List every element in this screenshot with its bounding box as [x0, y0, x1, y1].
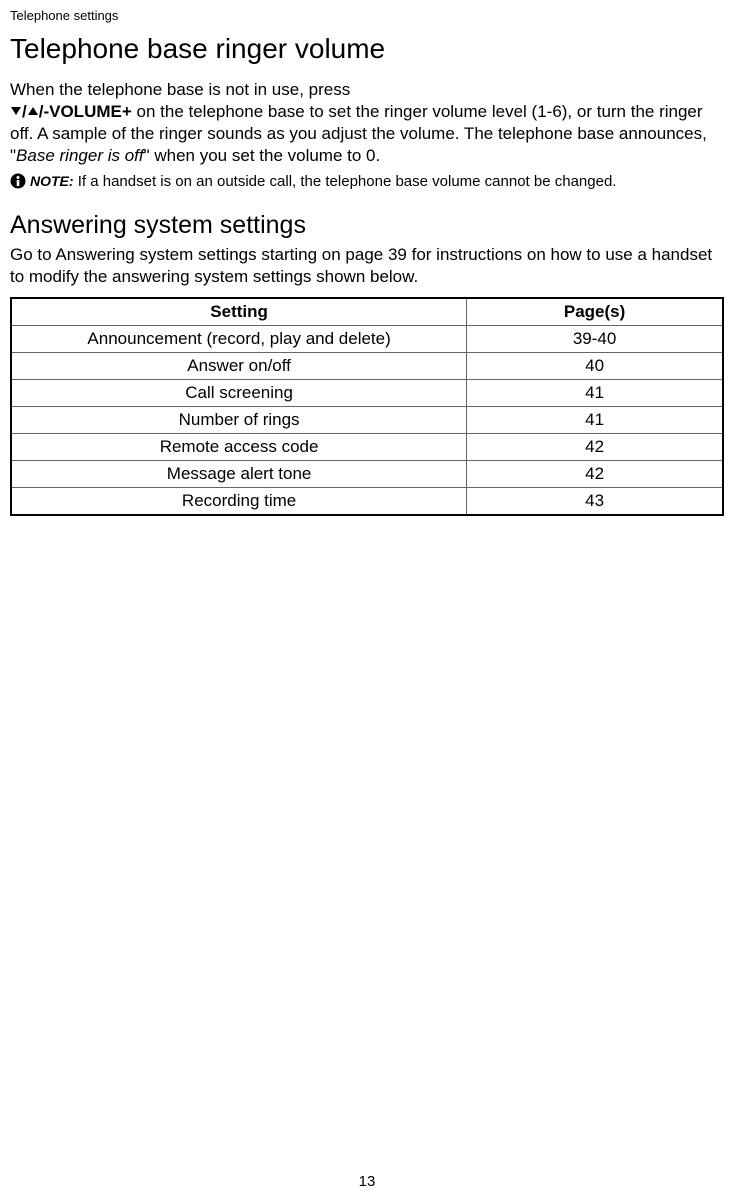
setting-cell: Call screening	[11, 379, 467, 406]
setting-cell: Answer on/off	[11, 352, 467, 379]
section-title-ringer-volume: Telephone base ringer volume	[10, 33, 724, 65]
para-part3: " when you set the volume to 0.	[144, 146, 381, 165]
pages-cell: 43	[467, 487, 723, 515]
table-row: Announcement (record, play and delete) 3…	[11, 325, 723, 352]
setting-cell: Recording time	[11, 487, 467, 515]
setting-cell: Announcement (record, play and delete)	[11, 325, 467, 352]
pages-cell: 40	[467, 352, 723, 379]
setting-cell: Message alert tone	[11, 460, 467, 487]
info-icon	[10, 173, 26, 189]
setting-cell: Remote access code	[11, 433, 467, 460]
table-row: Call screening 41	[11, 379, 723, 406]
table-header-row: Setting Page(s)	[11, 298, 723, 326]
para-line1: When the telephone base is not in use, p…	[10, 80, 350, 99]
note-block: NOTE: If a handset is on an outside call…	[10, 173, 724, 191]
section-title-answering-system: Answering system settings	[10, 211, 724, 240]
table-row: Remote access code 42	[11, 433, 723, 460]
header-section-label: Telephone settings	[10, 8, 724, 23]
table-row: Message alert tone 42	[11, 460, 723, 487]
table-row: Recording time 43	[11, 487, 723, 515]
pages-cell: 41	[467, 406, 723, 433]
pages-cell: 42	[467, 433, 723, 460]
page-number: 13	[359, 1173, 376, 1190]
header-pages: Page(s)	[467, 298, 723, 326]
ringer-volume-paragraph: When the telephone base is not in use, p…	[10, 79, 724, 167]
italic-phrase: Base ringer is off	[16, 146, 144, 165]
setting-cell: Number of rings	[11, 406, 467, 433]
pages-cell: 41	[467, 379, 723, 406]
settings-table: Setting Page(s) Announcement (record, pl…	[10, 297, 724, 516]
pages-cell: 42	[467, 460, 723, 487]
triangle-down-icon	[10, 101, 22, 123]
triangle-up-icon	[27, 101, 39, 123]
note-label: NOTE:	[30, 173, 74, 189]
table-row: Number of rings 41	[11, 406, 723, 433]
table-row: Answer on/off 40	[11, 352, 723, 379]
note-text: If a handset is on an outside call, the …	[74, 173, 617, 190]
volume-control-label: /-VOLUME+	[39, 102, 132, 121]
answering-system-intro: Go to Answering system settings starting…	[10, 244, 724, 288]
pages-cell: 39-40	[467, 325, 723, 352]
header-setting: Setting	[11, 298, 467, 326]
